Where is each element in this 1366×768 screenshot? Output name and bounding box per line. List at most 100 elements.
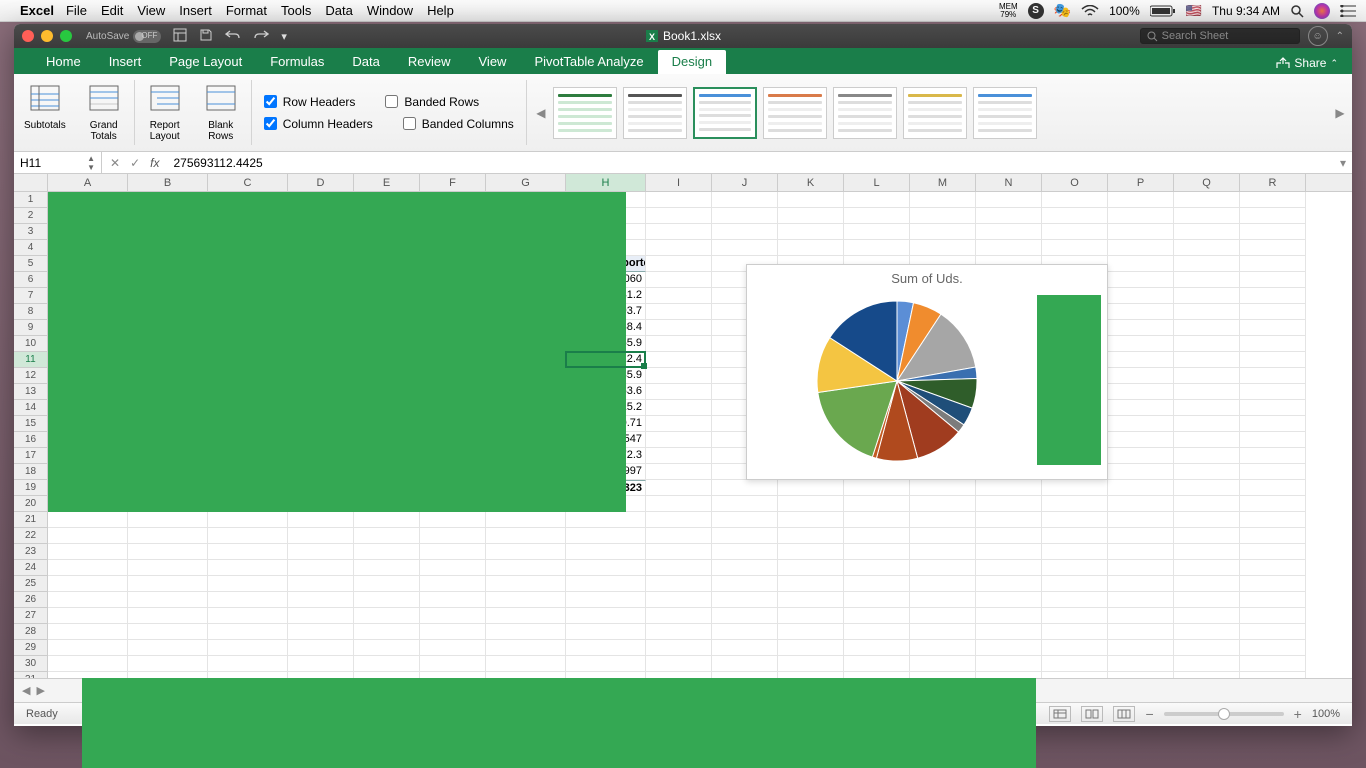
- cell-E25[interactable]: [354, 576, 420, 592]
- cell-N28[interactable]: [976, 624, 1042, 640]
- cell-I30[interactable]: [646, 656, 712, 672]
- cell-L19[interactable]: [844, 480, 910, 496]
- app-name[interactable]: Excel: [20, 3, 54, 18]
- cell-C24[interactable]: [208, 560, 288, 576]
- cell-H29[interactable]: [566, 640, 646, 656]
- cell-R16[interactable]: [1240, 432, 1306, 448]
- cell-O31[interactable]: [1042, 672, 1108, 678]
- pivot-style-0[interactable]: [553, 87, 617, 139]
- row-header-22[interactable]: 22: [14, 528, 48, 544]
- cell-P8[interactable]: [1108, 304, 1174, 320]
- cell-K29[interactable]: [778, 640, 844, 656]
- cell-G23[interactable]: [486, 544, 566, 560]
- cell-A21[interactable]: [48, 512, 128, 528]
- cell-I18[interactable]: [646, 464, 712, 480]
- cell-J2[interactable]: [712, 208, 778, 224]
- cell-P12[interactable]: [1108, 368, 1174, 384]
- tab-review[interactable]: Review: [394, 50, 465, 74]
- cell-E28[interactable]: [354, 624, 420, 640]
- cell-P30[interactable]: [1108, 656, 1174, 672]
- fx-icon[interactable]: fx: [150, 156, 159, 170]
- row-header-25[interactable]: 25: [14, 576, 48, 592]
- cell-O1[interactable]: [1042, 192, 1108, 208]
- row-header-6[interactable]: 6: [14, 272, 48, 288]
- cell-Q11[interactable]: [1174, 352, 1240, 368]
- cell-Q9[interactable]: [1174, 320, 1240, 336]
- cell-K2[interactable]: [778, 208, 844, 224]
- cell-D27[interactable]: [288, 608, 354, 624]
- cell-F21[interactable]: [420, 512, 486, 528]
- cell-J25[interactable]: [712, 576, 778, 592]
- cell-I25[interactable]: [646, 576, 712, 592]
- row-header-18[interactable]: 18: [14, 464, 48, 480]
- cell-K21[interactable]: [778, 512, 844, 528]
- cell-G27[interactable]: [486, 608, 566, 624]
- search-sheet-input[interactable]: Search Sheet: [1140, 28, 1300, 44]
- cell-J28[interactable]: [712, 624, 778, 640]
- cell-Q28[interactable]: [1174, 624, 1240, 640]
- row-header-23[interactable]: 23: [14, 544, 48, 560]
- cell-B28[interactable]: [128, 624, 208, 640]
- home-icon[interactable]: [173, 28, 187, 45]
- cell-C30[interactable]: [208, 656, 288, 672]
- cell-F29[interactable]: [420, 640, 486, 656]
- col-header-P[interactable]: P: [1108, 174, 1174, 191]
- cell-E27[interactable]: [354, 608, 420, 624]
- row-header-28[interactable]: 28: [14, 624, 48, 640]
- row-header-29[interactable]: 29: [14, 640, 48, 656]
- row-header-14[interactable]: 14: [14, 400, 48, 416]
- tab-formulas[interactable]: Formulas: [256, 50, 338, 74]
- cell-G22[interactable]: [486, 528, 566, 544]
- cell-M25[interactable]: [910, 576, 976, 592]
- pivot-style-2[interactable]: [693, 87, 757, 139]
- report-layout-button[interactable]: Report Layout: [137, 74, 193, 151]
- cell-Q7[interactable]: [1174, 288, 1240, 304]
- tab-page-layout[interactable]: Page Layout: [155, 50, 256, 74]
- cell-P2[interactable]: [1108, 208, 1174, 224]
- cell-A22[interactable]: [48, 528, 128, 544]
- cell-R26[interactable]: [1240, 592, 1306, 608]
- cell-L22[interactable]: [844, 528, 910, 544]
- cell-C23[interactable]: [208, 544, 288, 560]
- zoom-level[interactable]: 100%: [1312, 708, 1340, 720]
- row-header-1[interactable]: 1: [14, 192, 48, 208]
- cancel-icon[interactable]: ✕: [110, 156, 120, 170]
- row-header-30[interactable]: 30: [14, 656, 48, 672]
- cell-N4[interactable]: [976, 240, 1042, 256]
- battery-icon[interactable]: [1150, 5, 1176, 17]
- cell-Q4[interactable]: [1174, 240, 1240, 256]
- cell-I27[interactable]: [646, 608, 712, 624]
- cell-A26[interactable]: [48, 592, 128, 608]
- cell-O22[interactable]: [1042, 528, 1108, 544]
- cell-E26[interactable]: [354, 592, 420, 608]
- cell-I23[interactable]: [646, 544, 712, 560]
- cell-K25[interactable]: [778, 576, 844, 592]
- cell-P9[interactable]: [1108, 320, 1174, 336]
- cell-G24[interactable]: [486, 560, 566, 576]
- cell-K28[interactable]: [778, 624, 844, 640]
- pivot-style-1[interactable]: [623, 87, 687, 139]
- cell-F27[interactable]: [420, 608, 486, 624]
- menu-tools[interactable]: Tools: [281, 3, 311, 18]
- cell-Q16[interactable]: [1174, 432, 1240, 448]
- row-header-10[interactable]: 10: [14, 336, 48, 352]
- cell-J19[interactable]: [712, 480, 778, 496]
- cell-O30[interactable]: [1042, 656, 1108, 672]
- cell-L29[interactable]: [844, 640, 910, 656]
- cell-P17[interactable]: [1108, 448, 1174, 464]
- cell-F23[interactable]: [420, 544, 486, 560]
- cell-Q6[interactable]: [1174, 272, 1240, 288]
- cell-J20[interactable]: [712, 496, 778, 512]
- col-header-Q[interactable]: Q: [1174, 174, 1240, 191]
- cell-P31[interactable]: [1108, 672, 1174, 678]
- cell-L21[interactable]: [844, 512, 910, 528]
- cell-M29[interactable]: [910, 640, 976, 656]
- col-header-G[interactable]: G: [486, 174, 566, 191]
- tab-pivottable-analyze[interactable]: PivotTable Analyze: [520, 50, 657, 74]
- cell-P18[interactable]: [1108, 464, 1174, 480]
- row-header-17[interactable]: 17: [14, 448, 48, 464]
- cell-R29[interactable]: [1240, 640, 1306, 656]
- cell-M2[interactable]: [910, 208, 976, 224]
- redo-icon[interactable]: [253, 28, 269, 45]
- col-header-H[interactable]: H: [566, 174, 646, 191]
